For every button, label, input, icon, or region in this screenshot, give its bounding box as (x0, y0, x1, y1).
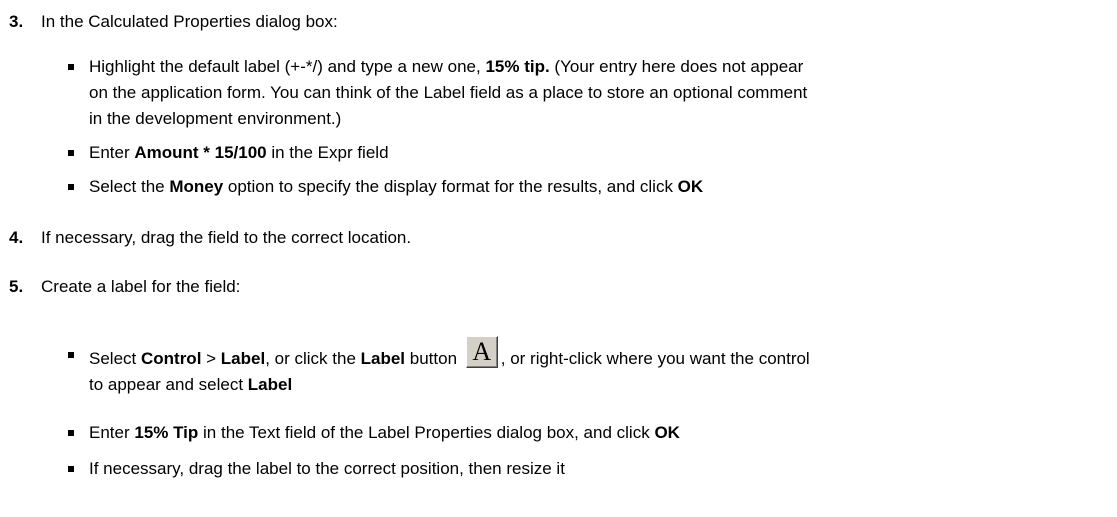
bold-text: 15% Tip (134, 423, 199, 442)
list-item: Select the Money option to specify the d… (89, 174, 1099, 200)
list-item-line: on the application form. You can think o… (89, 83, 808, 102)
text-run: (Your entry here does not appear (549, 57, 804, 76)
bullet-marker (68, 430, 74, 436)
list-item: Enter 15% Tip in the Text field of the L… (89, 420, 1099, 446)
list-item-line: Select Control > Label, or click the Lab… (89, 336, 1099, 372)
text-run: > (201, 349, 221, 368)
label-tool-icon: A (472, 337, 492, 366)
text-run: in the Text field of the Label Propertie… (198, 423, 655, 442)
step-text: In the Calculated Properties dialog box: (41, 12, 338, 31)
list-item-line: Highlight the default label (+-*/) and t… (89, 54, 1099, 80)
list-item-line: in the development environment.) (89, 109, 342, 128)
list-item: If necessary, drag the label to the corr… (89, 456, 1099, 482)
bold-text: Control (140, 349, 202, 368)
bold-text: Label (360, 349, 406, 368)
text-run: to appear and select (89, 375, 248, 394)
bold-text: Label (247, 375, 293, 394)
step-text: If necessary, drag the field to the corr… (41, 228, 412, 247)
list-item-line: Enter Amount * 15/100 in the Expr field (89, 140, 1099, 166)
text-run: Highlight the default label (+-*/) and t… (89, 57, 486, 76)
list-item-line: to appear and select Label (89, 372, 1099, 398)
text-run: Enter (89, 423, 135, 442)
text-run: button (405, 349, 462, 368)
label-tool-button[interactable]: A (465, 336, 498, 368)
list-item-line: Select the Money option to specify the d… (89, 174, 1099, 200)
step-number: 4. (9, 228, 24, 247)
text-run: option to specify the display format for… (223, 177, 678, 196)
bullet-marker (68, 64, 74, 70)
text-run: , or click the (265, 349, 361, 368)
bold-text: Money (169, 177, 224, 196)
list-item: Highlight the default label (+-*/) and t… (89, 54, 1099, 132)
text-run: Select the (89, 177, 170, 196)
list-item-line: If necessary, drag the label to the corr… (89, 459, 565, 478)
text-run: Select (89, 349, 141, 368)
bullet-marker (68, 150, 74, 156)
list-item: Enter Amount * 15/100 in the Expr field (89, 140, 1099, 166)
text-run: Enter (89, 143, 135, 162)
step-text: Create a label for the field: (41, 277, 241, 296)
bullet-marker (68, 352, 74, 358)
bold-text: 15% tip. (485, 57, 550, 76)
text-run: in the Expr field (266, 143, 389, 162)
bold-text: OK (677, 177, 704, 196)
bullet-marker (68, 466, 74, 472)
bullet-marker (68, 184, 74, 190)
step-number: 5. (9, 277, 24, 296)
bold-text: Amount * 15/100 (134, 143, 267, 162)
text-run: , or right-click where you want the cont… (500, 349, 810, 368)
list-item-line: Enter 15% Tip in the Text field of the L… (89, 420, 1099, 446)
step-number: 3. (9, 12, 24, 31)
bold-text: Label (220, 349, 266, 368)
bold-text: OK (654, 423, 680, 442)
list-item: Select Control > Label, or click the Lab… (89, 336, 1099, 398)
